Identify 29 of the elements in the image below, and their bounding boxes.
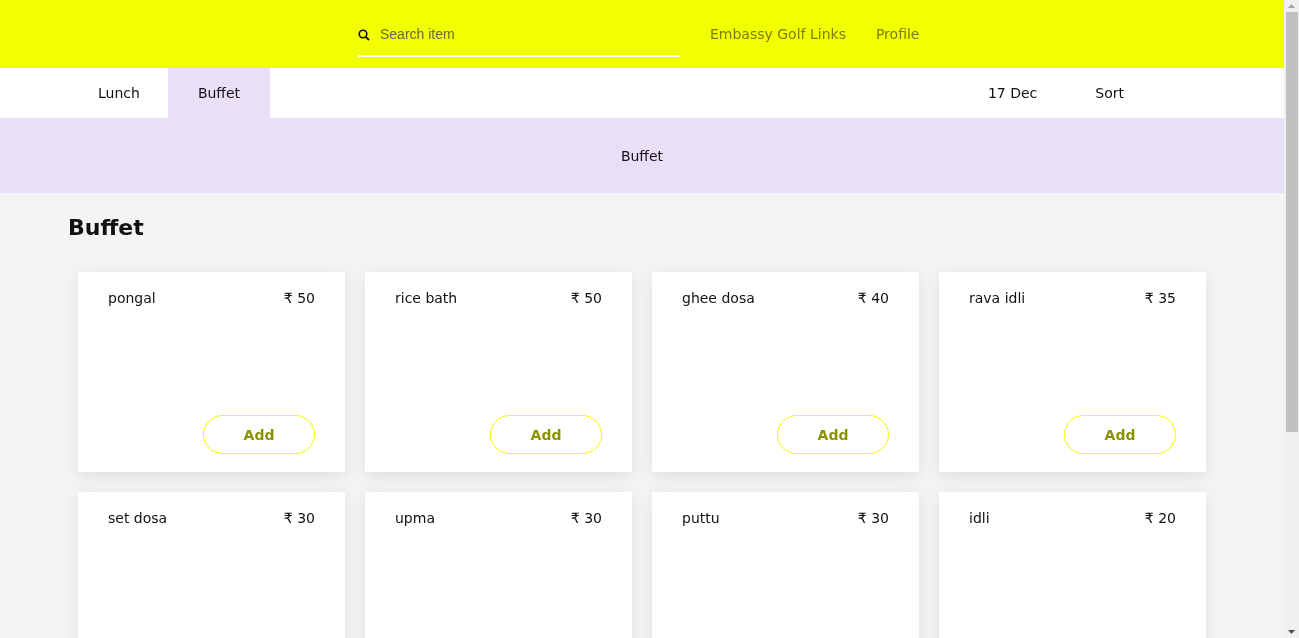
- location-link[interactable]: Embassy Golf Links: [710, 26, 846, 42]
- add-button[interactable]: Add: [1064, 415, 1176, 454]
- item-name: ghee dosa: [682, 290, 755, 306]
- item-price: ₹ 20: [1144, 510, 1176, 526]
- section-title: Buffet: [68, 214, 145, 242]
- search-icon: [358, 28, 370, 41]
- add-button[interactable]: Add: [490, 415, 602, 454]
- banner-title: Buffet: [620, 147, 664, 164]
- item-name: set dosa: [108, 510, 168, 526]
- item-price: ₹ 30: [283, 510, 315, 526]
- scrollbar-thumb[interactable]: [1285, 12, 1298, 432]
- item-name: idli: [969, 510, 990, 526]
- item-name: rice bath: [395, 290, 458, 306]
- item-price: ₹ 30: [857, 510, 889, 526]
- item-price: ₹ 50: [570, 290, 602, 306]
- item-price: ₹ 50: [283, 290, 315, 306]
- item-name: upma: [395, 510, 435, 526]
- item-price: ₹ 35: [1144, 290, 1176, 306]
- item-name: pongal: [108, 290, 156, 306]
- add-button[interactable]: Add: [203, 415, 315, 454]
- scrollbar[interactable]: [1284, 0, 1299, 638]
- search-field[interactable]: Search item: [358, 12, 680, 57]
- profile-link[interactable]: Profile: [875, 26, 920, 42]
- item-name: rava idli: [969, 290, 1026, 306]
- item-price: ₹ 40: [857, 290, 889, 306]
- add-button[interactable]: Add: [777, 415, 889, 454]
- item-price: ₹ 30: [570, 510, 602, 526]
- category-tab[interactable]: Buffet: [167, 68, 271, 118]
- item-name: puttu: [682, 510, 720, 526]
